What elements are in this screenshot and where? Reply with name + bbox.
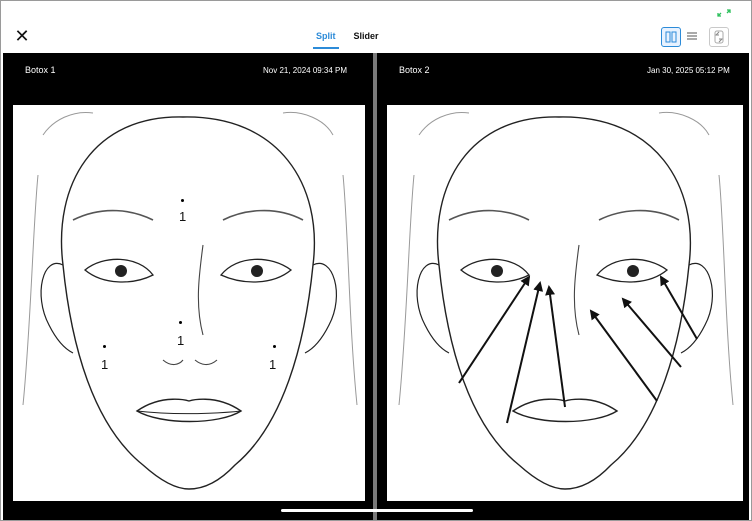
close-icon: ✕: [14, 26, 30, 46]
home-indicator[interactable]: [281, 509, 473, 512]
left-photo-panel: Botox 1 Nov 21, 2024 09:34 PM 1 1 1 1: [3, 53, 373, 520]
face-drawing-left: [22, 111, 358, 490]
injection-point-label: 1: [177, 333, 185, 348]
left-panel-title: Botox 1: [25, 65, 56, 75]
close-button[interactable]: ✕: [11, 25, 33, 47]
right-photo-panel: Botox 2 Jan 30, 2025 05:12 PM: [377, 53, 749, 520]
split-horizontal-button[interactable]: [683, 27, 701, 45]
injection-point[interactable]: [179, 321, 182, 324]
right-panel-date: Jan 30, 2025 05:12 PM: [647, 66, 730, 75]
face-drawing-right: [398, 111, 734, 490]
right-panel-title: Botox 2: [399, 65, 430, 75]
injection-point-label: 1: [101, 357, 109, 372]
view-tabs: Split Slider: [313, 29, 382, 49]
injection-point-label: 1: [269, 357, 277, 372]
arrow-group: [458, 275, 698, 424]
injection-point[interactable]: [103, 345, 106, 348]
injection-point[interactable]: [181, 199, 184, 202]
injection-point[interactable]: [273, 345, 276, 348]
toolbar: ✕ Split Slider: [1, 1, 751, 53]
tab-slider[interactable]: Slider: [351, 29, 382, 49]
split-horizontal-icon: [687, 32, 697, 40]
expand-icon[interactable]: [717, 9, 731, 17]
face-diagram-right[interactable]: [387, 105, 743, 501]
left-panel-date: Nov 21, 2024 09:34 PM: [263, 66, 348, 75]
compare-button[interactable]: [709, 27, 729, 47]
tab-split[interactable]: Split: [313, 29, 339, 49]
compare-icon: [714, 30, 724, 44]
split-vertical-button[interactable]: [661, 27, 681, 47]
injection-point-label: 1: [179, 209, 187, 224]
split-vertical-icon: [665, 31, 677, 43]
app-frame: ✕ Split Slider Botox 1 Nov 21, 2024 09:3…: [0, 0, 752, 521]
face-diagram-left[interactable]: 1 1 1 1: [13, 105, 365, 501]
